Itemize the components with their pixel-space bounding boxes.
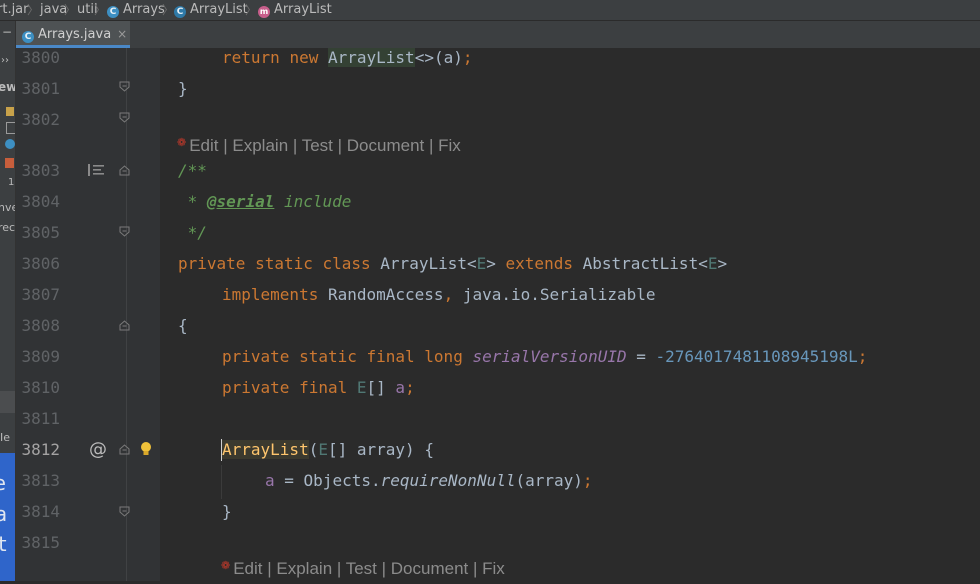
line-number: 3808 <box>21 316 60 335</box>
ai-inlay-actions: ❁ Edit | Explain | Test | Document | Fix <box>221 559 505 578</box>
code-line-3813: a = Objects.requireNonNull(array); <box>265 471 593 490</box>
indent-guide <box>221 465 222 499</box>
code-line-3803: /** <box>178 161 207 180</box>
code-line-3809: private static final long serialVersionU… <box>222 347 868 366</box>
inlay-document-link[interactable]: Document <box>347 136 424 155</box>
override-marker-icon[interactable]: @ <box>89 434 107 465</box>
inlay-explain-link[interactable]: Explain <box>232 136 288 155</box>
line-number: 3803 <box>21 161 60 180</box>
fold-end-icon[interactable] <box>119 112 130 123</box>
fold-end-icon[interactable] <box>119 506 130 517</box>
inlay-explain-link[interactable]: Explain <box>276 559 332 578</box>
line-number: 3800 <box>21 48 60 67</box>
code-line-3801: } <box>178 79 188 98</box>
inlay-document-link[interactable]: Document <box>391 559 468 578</box>
ai-assistant-icon: ❁ <box>221 560 231 572</box>
code-line-3800: return new ArrayList<>(a); <box>222 48 473 67</box>
code-line-3808: { <box>178 316 188 335</box>
line-number: 3807 <box>21 285 60 304</box>
line-number: 3805 <box>21 223 60 242</box>
javadoc-tag[interactable]: @serial <box>207 192 274 211</box>
code-line-3814: } <box>222 502 232 521</box>
inlay-fix-link[interactable]: Fix <box>438 136 461 155</box>
text-caret <box>221 439 222 461</box>
line-number: 3804 <box>21 192 60 211</box>
lightbulb-icon[interactable] <box>139 441 153 457</box>
fold-start-icon[interactable] <box>119 165 130 176</box>
line-number-current: 3812 <box>21 440 60 459</box>
fold-start-icon[interactable] <box>119 444 130 455</box>
inlay-fix-link[interactable]: Fix <box>482 559 505 578</box>
ai-inlay-actions: ❁ Edit | Explain | Test | Document | Fix <box>177 136 461 155</box>
code-line-3807: implements RandomAccess, java.io.Seriali… <box>222 285 656 304</box>
line-number: 3811 <box>21 409 60 428</box>
code-line-3804: * @serial include <box>178 192 352 211</box>
code-line-3812: ArrayList(E[] array) { <box>222 440 434 459</box>
inlay-edit-link[interactable]: Edit <box>233 559 262 578</box>
code-line-3806: private static class ArrayList<E> extend… <box>178 254 728 273</box>
inlay-edit-link[interactable]: Edit <box>189 136 218 155</box>
fold-end-icon[interactable] <box>119 81 130 92</box>
line-number: 3814 <box>21 502 60 521</box>
line-number: 3809 <box>21 347 60 366</box>
ai-assistant-icon: ❁ <box>177 137 187 149</box>
inlay-test-link[interactable]: Test <box>346 559 377 578</box>
code-line-3805: */ <box>178 223 207 242</box>
inlay-test-link[interactable]: Test <box>302 136 333 155</box>
fold-end-icon[interactable] <box>119 226 130 237</box>
code-line-3810: private final E[] a; <box>222 378 415 397</box>
line-number: 3806 <box>21 254 60 273</box>
rendered-doc-toggle-icon[interactable] <box>87 163 105 177</box>
line-number: 3810 <box>21 378 60 397</box>
line-number: 3815 <box>21 533 60 552</box>
line-number: 3801 <box>21 79 60 98</box>
code-editor[interactable]: 3800 3801 3802 3803 3804 3805 3806 3807 … <box>0 0 980 581</box>
fold-start-icon[interactable] <box>119 320 130 331</box>
line-number: 3802 <box>21 110 60 129</box>
line-number: 3813 <box>21 471 60 490</box>
